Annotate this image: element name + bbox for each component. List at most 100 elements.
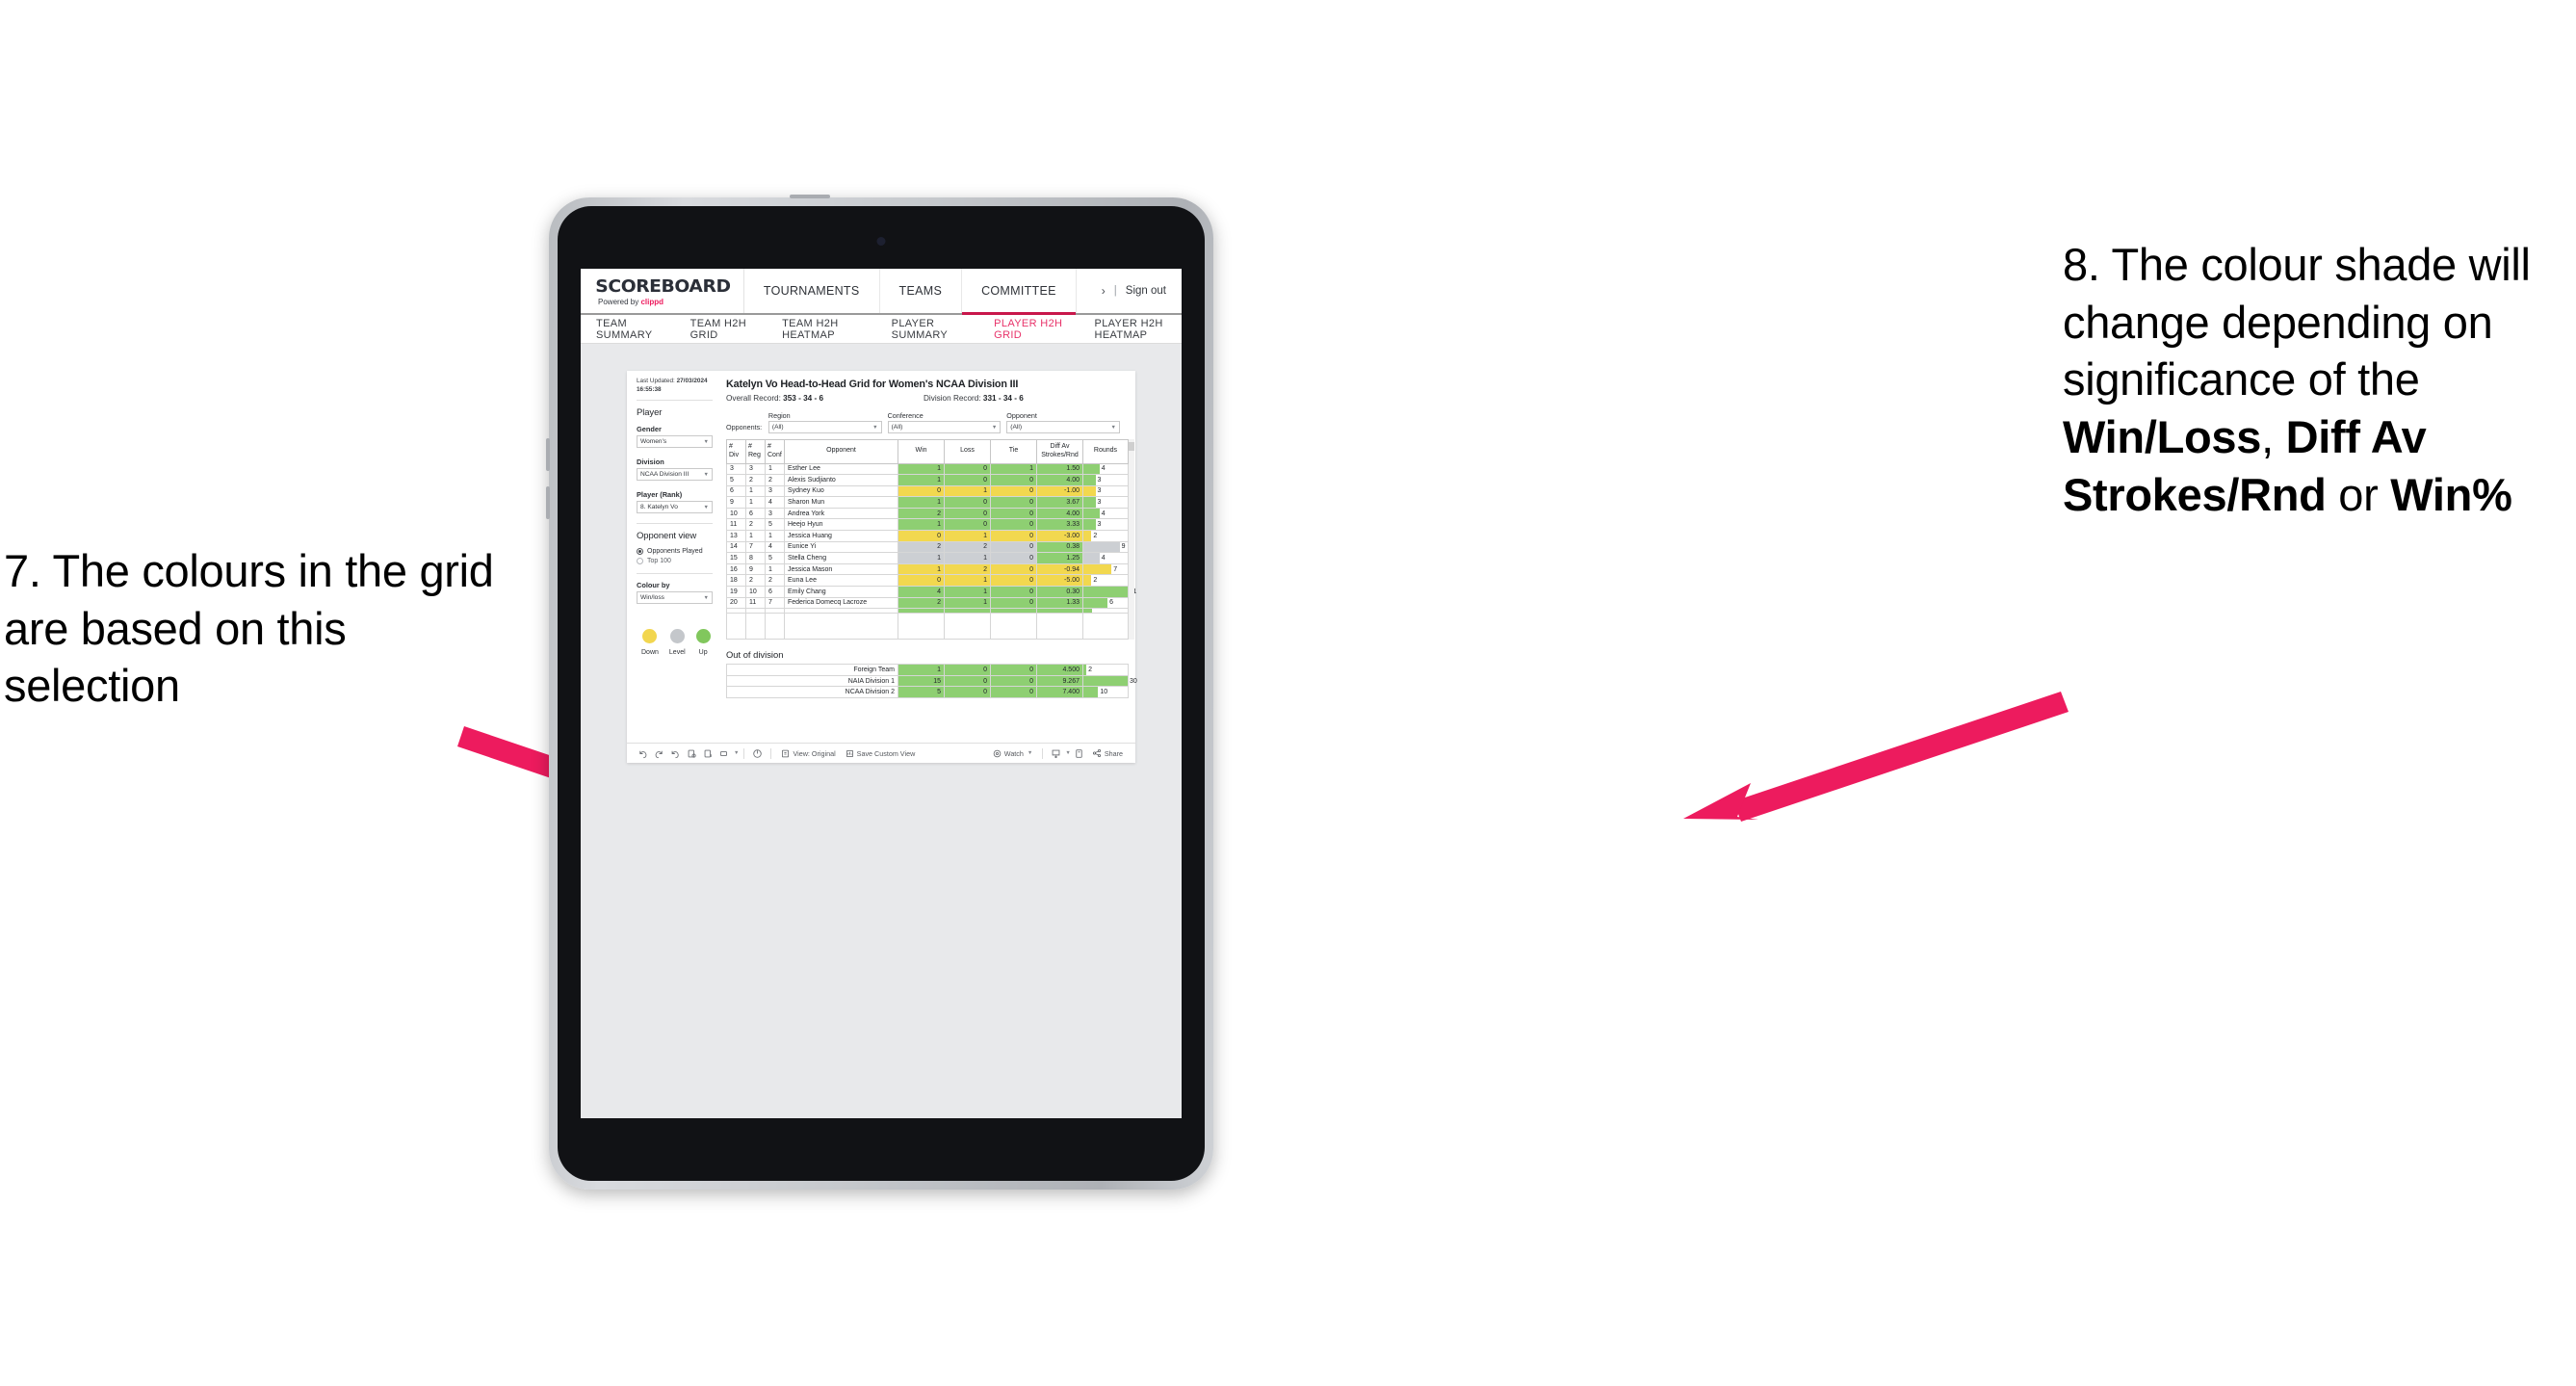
cell-div-rank: 20 [726,596,746,610]
share-button[interactable]: Share [1087,748,1128,758]
table-row[interactable]: 5 2 2 Alexis Sudjianto 1 0 0 4.00 3 [726,474,1129,486]
chevron-down-icon[interactable]: ▼ [734,750,739,756]
chevron-down-icon: ▼ [872,424,878,431]
revert-icon[interactable] [667,745,684,762]
subnav-player-h2h-grid[interactable]: PLAYER H2H GRID [994,318,1063,341]
filter-gender-select[interactable]: Women's ▼ [637,435,713,449]
cell-tie: 0 [990,562,1037,576]
radio-opponents-played[interactable]: Opponents Played [637,548,713,556]
download-icon[interactable] [1048,745,1064,762]
subnav-team-h2h-heatmap[interactable]: TEAM H2H HEATMAP [782,318,861,341]
filter-division-select[interactable]: NCAA Division III ▼ [637,468,713,482]
legend-label-up: Up [698,649,708,657]
table-row[interactable]: 3 3 1 Esther Lee 1 0 1 1.50 4 [726,462,1129,476]
filter-division-value: NCAA Division III [640,471,690,479]
column-header-win[interactable]: Win [898,439,945,464]
column-header-reg[interactable]: # Reg [745,439,766,464]
pause-icon[interactable] [700,745,716,762]
legend-item-level: Level [669,629,686,656]
filter-gender: Gender Women's ▼ [637,425,713,449]
table-row[interactable]: 6 1 3 Sydney Kuo 0 1 0 -1.00 3 [726,484,1129,498]
filter-opponent-value: (All) [1010,424,1023,431]
table-scrollbar-thumb[interactable] [1129,442,1134,451]
fullscreen-icon[interactable] [1071,745,1087,762]
filter-division: Division NCAA Division III ▼ [637,458,713,482]
watch-button[interactable]: Watch ▼ [988,749,1038,758]
filter-colour-by: Colour by Win/loss ▼ [637,581,713,605]
table-row[interactable]: 20 11 7 Federica Domecq Lacroze 2 1 0 1.33 6 [726,596,1129,610]
filter-conference-select[interactable]: (All) ▼ [887,421,1002,433]
table-row[interactable]: 15 8 5 Stella Cheng 1 1 0 1.25 4 [726,552,1129,564]
subnav-player-summary[interactable]: PLAYER SUMMARY [892,318,964,341]
column-header-loss[interactable]: Loss [944,439,991,464]
table-row[interactable]: 19106Emily Chang4100.3011 [726,586,1136,598]
sign-out-link[interactable]: Sign out [1126,285,1166,297]
table-row[interactable]: 10 6 3 Andrea York 2 0 0 4.00 4 [726,507,1129,520]
cell-opponent-name: Stella Cheng [784,552,898,564]
filter-opponent-select[interactable]: (All) ▼ [1006,421,1120,433]
refresh-icon[interactable] [684,745,700,762]
filter-region-select[interactable]: (All) ▼ [768,421,882,433]
topnav-tournaments-label: TOURNAMENTS [763,284,860,298]
save-custom-view-button[interactable]: Save Custom View [841,749,921,758]
rectangle-select-icon[interactable] [716,745,733,762]
rounds-bar-wrap: 11 [1083,587,1136,597]
player-section-heading: Player [637,407,663,419]
cell-diff-av-strokes: 3.33 [1036,518,1083,532]
view-original-button[interactable]: View: Original [776,749,840,758]
column-header-tie[interactable]: Tie [990,439,1037,464]
table-row[interactable]: 18 2 2 Euna Lee 0 1 0 -5.00 2 [726,574,1129,588]
subnav-team-h2h-grid[interactable]: TEAM H2H GRID [690,318,751,341]
filter-colour-by-select[interactable]: Win/loss ▼ [637,591,713,605]
watch-label: Watch [1003,748,1024,758]
topnav-tournaments[interactable]: TOURNAMENTS [744,269,880,313]
out-of-division-row[interactable]: Foreign Team 1 0 0 4.500 2 [726,664,1129,676]
cell-win: 1 [898,552,945,564]
column-header-diff-av-strokes-rnd[interactable]: Diff Av Strokes/Rnd [1036,439,1083,464]
toolbar-divider-1 [743,747,745,759]
topnav-teams[interactable]: TEAMS [880,269,963,313]
table-row[interactable]: 11 2 5 Heejo Hyun 1 0 0 3.33 3 [726,518,1129,532]
table-row[interactable]: 14 7 4 Eunice Yi 2 2 0 0.38 9 [726,540,1129,554]
cell-ood-loss: 0 [944,664,991,676]
cell-rounds: 3 [1082,496,1129,509]
chevron-down-icon: ▼ [703,438,709,445]
topnav-committee[interactable]: COMMITTEE [962,269,1077,315]
table-row[interactable]: 16 9 1 Jessica Mason 1 2 0 -0.94 7 [726,562,1129,576]
cell-diff-av-strokes: 3.67 [1036,496,1083,509]
highlight-icon[interactable] [749,745,766,762]
subnav-team-summary[interactable]: TEAM SUMMARY [596,318,660,341]
rounds-bar-wrap: 3 [1083,485,1128,497]
redo-icon[interactable] [651,745,667,762]
subnav-player-h2h-heatmap[interactable]: PLAYER H2H HEATMAP [1095,318,1182,341]
table-row[interactable]: 9 1 4 Sharon Mun 1 0 0 3.67 3 [726,496,1129,509]
cell-opponent-name: Sharon Mun [784,496,898,509]
column-header-rounds[interactable]: Rounds [1082,439,1129,464]
filter-player-rank-select[interactable]: 8. Katelyn Vo ▼ [637,501,713,514]
cell-win: 0 [898,530,945,542]
column-header-conf[interactable]: # Conf [765,439,785,464]
cell-empty [990,613,1037,641]
tableau-toolbar: ▼ View: Original Save Custom View Watch … [627,743,1135,763]
out-of-division-row[interactable]: NAIA Division 1 15 0 0 9.267 30 [726,674,1137,688]
cell-win: 2 [898,507,945,520]
radio-top-100[interactable]: Top 100 [637,558,713,565]
column-header-div[interactable]: # Div [726,439,746,464]
rounds-bar-wrap: 9 [1083,541,1128,553]
chevron-right-icon[interactable]: › [1102,284,1106,298]
legend-label-down: Down [641,649,659,657]
filter-player-rank: Player (Rank) 8. Katelyn Vo ▼ [637,490,713,514]
rounds-bar [1083,563,1112,575]
out-of-division-row[interactable]: NCAA Division 2 5 0 0 7.400 10 [726,686,1129,698]
column-header-opponent[interactable]: Opponent [784,439,898,464]
opponent-filters: Opponents: Region (All) ▼ Conference (Al… [726,411,1126,433]
table-row[interactable]: 13 1 1 Jessica Huang 0 1 0 -3.00 2 [726,530,1129,542]
sub-navigation: TEAM SUMMARY TEAM H2H GRID TEAM H2H HEAT… [581,315,1182,344]
records-row: Overall Record: 353 - 34 - 6 Division Re… [726,394,1126,403]
app-header: SCOREBOARD Powered by clippd TOURNAMENTS… [581,269,1182,315]
rounds-bar-wrap: 4 [1083,508,1128,519]
cell-reg-rank: 2 [745,574,766,588]
undo-icon[interactable] [635,745,651,762]
table-scrollbar[interactable] [1129,439,1134,641]
scoreboard-logo[interactable]: SCOREBOARD Powered by clippd [581,269,744,313]
